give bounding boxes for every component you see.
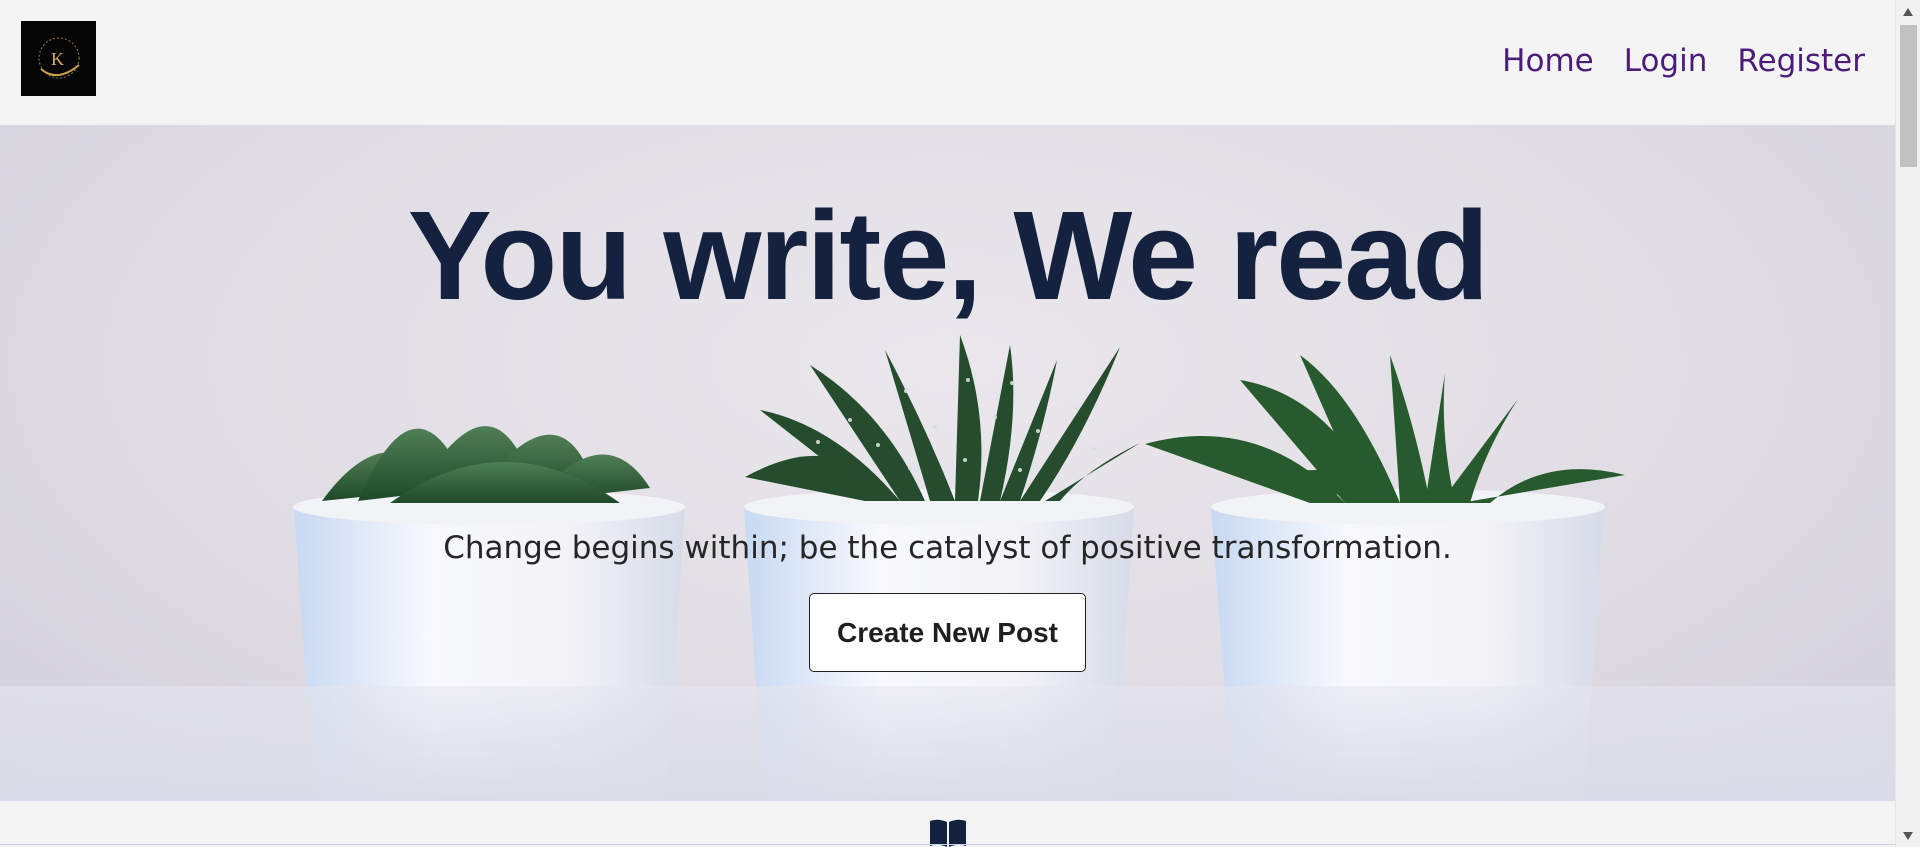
footer-divider [0, 844, 1895, 845]
nav-link-register[interactable]: Register [1737, 40, 1865, 82]
hero-subtitle: Change begins within; be the catalyst of… [443, 530, 1452, 566]
scroll-up-icon[interactable] [1903, 8, 1913, 16]
navbar: K Home Login Register [0, 0, 1895, 125]
hero-title: You write, We read [407, 185, 1490, 326]
main-navigation: Home Login Register [1502, 40, 1865, 82]
browser-viewport: K Home Login Register You write, We read… [0, 0, 1920, 847]
logo-text: K [51, 49, 64, 69]
logo-mark: K [38, 37, 80, 79]
book-icon [930, 819, 966, 847]
scrollbar-thumb[interactable] [1900, 25, 1917, 167]
scroll-down-icon[interactable] [1903, 832, 1913, 840]
vertical-scrollbar[interactable] [1895, 0, 1920, 847]
create-new-post-button[interactable]: Create New Post [809, 593, 1086, 672]
left-succulent [322, 426, 650, 503]
page: K Home Login Register You write, We read… [0, 0, 1895, 847]
middle-succulent [745, 335, 1140, 501]
site-logo[interactable]: K [21, 21, 96, 96]
right-succulent [1145, 355, 1625, 503]
nav-link-login[interactable]: Login [1624, 40, 1708, 82]
hero-shelf [0, 686, 1895, 801]
nav-link-home[interactable]: Home [1502, 40, 1594, 82]
